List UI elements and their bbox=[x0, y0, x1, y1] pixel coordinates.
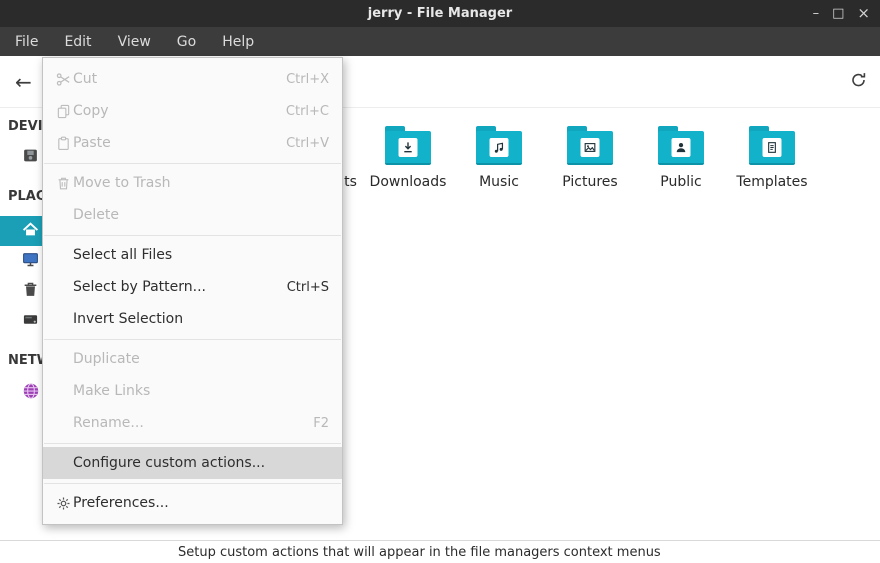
menu-item-label: Rename... bbox=[73, 415, 144, 431]
menu-item-label: Move to Trash bbox=[73, 175, 171, 191]
menu-file[interactable]: File bbox=[2, 30, 51, 54]
trash-icon bbox=[22, 281, 39, 302]
folder-icon bbox=[658, 126, 704, 165]
copy-icon bbox=[53, 104, 73, 119]
file-grid: Documents Downloads Music Pictures bbox=[272, 126, 817, 190]
photo-icon bbox=[581, 138, 600, 157]
file-templates[interactable]: Templates bbox=[727, 126, 817, 190]
menu-item-shortcut: Ctrl+S bbox=[287, 280, 329, 295]
menu-separator bbox=[44, 483, 341, 484]
menu-item-label: Configure custom actions... bbox=[73, 455, 265, 471]
menu-view[interactable]: View bbox=[105, 30, 164, 54]
file-public[interactable]: Public bbox=[636, 126, 726, 190]
file-label: Downloads bbox=[363, 174, 453, 190]
menu-separator bbox=[44, 339, 341, 340]
menu-item-preferences[interactable]: Preferences... bbox=[43, 487, 342, 519]
gear-icon bbox=[53, 496, 73, 511]
file-pictures[interactable]: Pictures bbox=[545, 126, 635, 190]
menu-item-label: Make Links bbox=[73, 383, 150, 399]
home-icon bbox=[22, 221, 39, 242]
menu-item-move-to-trash: Move to Trash bbox=[43, 167, 342, 199]
menu-edit[interactable]: Edit bbox=[51, 30, 104, 54]
menu-item-invert-selection[interactable]: Invert Selection bbox=[43, 303, 342, 335]
status-text: Setup custom actions that will appear in… bbox=[178, 545, 661, 560]
menu-item-delete: Delete bbox=[43, 199, 342, 231]
menu-separator bbox=[44, 235, 341, 236]
menu-item-label: Select all Files bbox=[73, 247, 172, 263]
file-label: Pictures bbox=[545, 174, 635, 190]
folder-icon bbox=[476, 126, 522, 165]
statusbar: Setup custom actions that will appear in… bbox=[0, 540, 880, 563]
menu-item-label: Copy bbox=[73, 103, 109, 119]
menu-item-label: Paste bbox=[73, 135, 111, 151]
person-icon bbox=[672, 138, 691, 157]
filesystem-icon bbox=[22, 311, 39, 332]
menu-item-paste: Paste Ctrl+V bbox=[43, 127, 342, 159]
minimize-icon[interactable]: – bbox=[813, 7, 820, 20]
menu-separator bbox=[44, 443, 341, 444]
folder-icon bbox=[385, 126, 431, 165]
menu-item-shortcut: Ctrl+V bbox=[286, 136, 329, 151]
trash-icon bbox=[53, 176, 73, 191]
menu-item-cut: Cut Ctrl+X bbox=[43, 63, 342, 95]
file-downloads[interactable]: Downloads bbox=[363, 126, 453, 190]
folder-icon bbox=[749, 126, 795, 165]
menu-item-label: Invert Selection bbox=[73, 311, 183, 327]
window-controls: – □ × bbox=[813, 0, 870, 27]
folder-icon bbox=[567, 126, 613, 165]
menu-item-rename: Rename... F2 bbox=[43, 407, 342, 439]
menu-item-select-all-files[interactable]: Select all Files bbox=[43, 239, 342, 271]
menubar: File Edit View Go Help bbox=[0, 27, 880, 56]
file-label: Public bbox=[636, 174, 726, 190]
menu-separator bbox=[44, 163, 341, 164]
menu-item-label: Delete bbox=[73, 207, 119, 223]
refresh-icon[interactable] bbox=[850, 71, 867, 92]
menu-item-configure-custom-actions[interactable]: Configure custom actions... bbox=[43, 447, 342, 479]
drive-icon bbox=[22, 147, 39, 168]
menu-item-shortcut: Ctrl+C bbox=[286, 104, 329, 119]
menu-item-label: Select by Pattern... bbox=[73, 279, 206, 295]
file-label: Templates bbox=[727, 174, 817, 190]
menu-item-label: Cut bbox=[73, 71, 97, 87]
menu-item-make-links: Make Links bbox=[43, 375, 342, 407]
file-music[interactable]: Music bbox=[454, 126, 544, 190]
menu-item-label: Preferences... bbox=[73, 495, 169, 511]
menu-item-shortcut: Ctrl+X bbox=[286, 72, 329, 87]
back-icon[interactable]: ← bbox=[15, 72, 32, 92]
download-arrow-icon bbox=[399, 138, 418, 157]
file-label: Music bbox=[454, 174, 544, 190]
menu-help[interactable]: Help bbox=[209, 30, 267, 54]
maximize-icon[interactable]: □ bbox=[832, 7, 844, 20]
close-icon[interactable]: × bbox=[857, 6, 870, 21]
scissors-icon bbox=[53, 72, 73, 87]
clipboard-icon bbox=[53, 136, 73, 151]
menu-go[interactable]: Go bbox=[164, 30, 209, 54]
network-globe-icon bbox=[22, 382, 40, 404]
file-manager-window: jerry - File Manager – □ × File Edit Vie… bbox=[0, 0, 880, 563]
desktop-icon bbox=[22, 251, 39, 272]
menu-item-copy: Copy Ctrl+C bbox=[43, 95, 342, 127]
music-note-icon bbox=[490, 138, 509, 157]
menu-item-duplicate: Duplicate bbox=[43, 343, 342, 375]
window-title: jerry - File Manager bbox=[368, 6, 512, 21]
menu-item-select-by-pattern[interactable]: Select by Pattern... Ctrl+S bbox=[43, 271, 342, 303]
edit-menu-dropdown: Cut Ctrl+X Copy Ctrl+C Paste Ctrl+V Move… bbox=[42, 57, 343, 525]
menu-item-label: Duplicate bbox=[73, 351, 140, 367]
template-sheet-icon bbox=[763, 138, 782, 157]
titlebar: jerry - File Manager – □ × bbox=[0, 0, 880, 27]
menu-item-shortcut: F2 bbox=[313, 416, 329, 431]
